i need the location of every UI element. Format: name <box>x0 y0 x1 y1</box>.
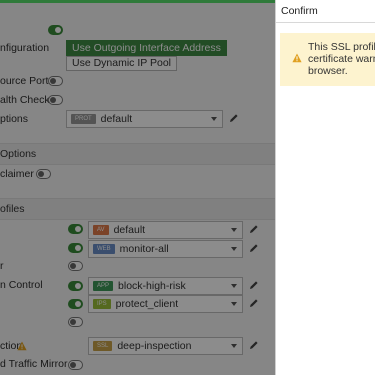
warning-message-text: This SSL profile u certificate warni bro… <box>308 41 375 77</box>
dialog-title: Confirm <box>281 5 318 17</box>
warning-line-1: This SSL profile u <box>308 41 375 53</box>
warning-icon <box>292 53 302 63</box>
modal-backdrop[interactable] <box>0 3 275 375</box>
warning-message-box: This SSL profile u certificate warni bro… <box>280 33 375 86</box>
warning-line-3: browser. <box>308 65 348 77</box>
dialog-header: Confirm <box>276 0 375 23</box>
warning-line-2: certificate warni <box>308 53 375 65</box>
confirm-dialog: Confirm This SSL profile u certificate w… <box>275 0 375 375</box>
